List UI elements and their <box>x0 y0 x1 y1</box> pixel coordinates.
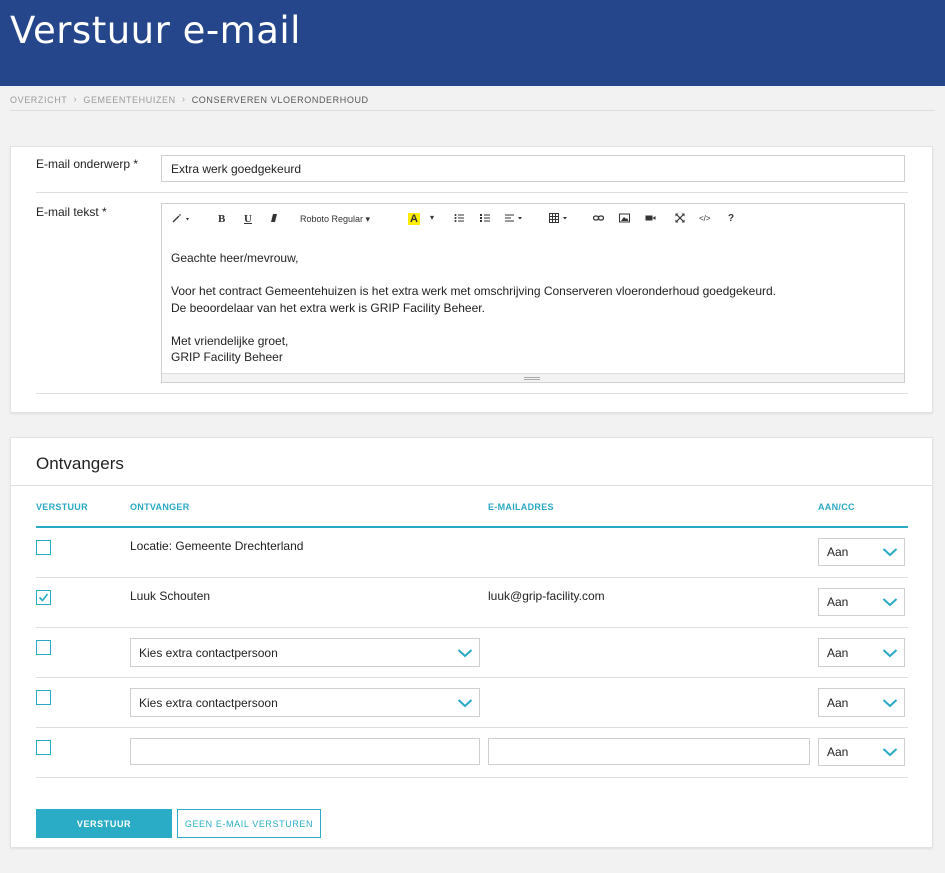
editor-line: De beoordelaar van het extra werk is GRI… <box>171 300 485 315</box>
help-icon[interactable]: ? <box>728 213 734 224</box>
body-label: E-mail tekst * <box>36 205 107 219</box>
page-title: Verstuur e-mail <box>10 9 301 52</box>
subject-input[interactable]: Extra werk goedgekeurd <box>161 155 905 182</box>
underline-icon[interactable]: U <box>244 213 252 225</box>
send-checkbox[interactable] <box>36 740 51 755</box>
chevron-down-icon <box>457 648 473 657</box>
breadcrumb: OVERZICHT › GEMEENTEHUIZEN › CONSERVEREN… <box>10 94 369 105</box>
magic-wand-icon[interactable] <box>172 213 190 226</box>
send-checkbox[interactable] <box>36 540 51 555</box>
breadcrumb-item-contract[interactable]: GEMEENTEHUIZEN <box>83 95 175 105</box>
to-cc-value: Aan <box>827 545 849 559</box>
to-cc-select[interactable]: Aan <box>818 588 905 616</box>
table-header-divider <box>36 526 908 528</box>
chevron-down-icon <box>882 698 898 707</box>
link-icon[interactable] <box>592 213 605 226</box>
chevron-down-icon <box>882 598 898 607</box>
send-checkbox[interactable] <box>36 640 51 655</box>
chevron-down-icon <box>882 748 898 757</box>
eraser-icon[interactable] <box>270 213 278 226</box>
rich-text-editor[interactable]: B U Roboto Regular ▾ A ▾ </> ? Geachte h… <box>161 203 905 383</box>
to-cc-select[interactable]: Aan <box>818 638 905 667</box>
fullscreen-icon[interactable] <box>675 213 685 226</box>
contact-person-value: Kies extra contactpersoon <box>139 695 278 710</box>
align-icon[interactable] <box>505 213 523 226</box>
editor-line: GRIP Facility Beheer <box>171 350 283 364</box>
divider <box>11 485 932 486</box>
recipients-title: Ontvangers <box>36 454 124 473</box>
to-cc-value: Aan <box>827 695 849 710</box>
row-divider <box>36 577 908 578</box>
code-icon[interactable]: </> <box>699 214 711 223</box>
font-name: Roboto Regular <box>300 214 364 224</box>
breadcrumb-item-overview[interactable]: OVERZICHT <box>10 95 67 105</box>
to-cc-select[interactable]: Aan <box>818 738 905 766</box>
divider <box>36 192 908 193</box>
font-dropdown[interactable]: Roboto Regular ▾ <box>300 214 370 225</box>
editor-toolbar: B U Roboto Regular ▾ A ▾ </> ? <box>162 204 904 238</box>
column-header-send: VERSTUUR <box>36 502 88 512</box>
chevron-down-icon <box>882 548 898 557</box>
column-header-email: E-MAILADRES <box>488 502 554 512</box>
to-cc-value: Aan <box>827 595 849 609</box>
contact-person-value: Kies extra contactpersoon <box>139 645 278 660</box>
numbered-list-icon[interactable] <box>480 213 490 226</box>
to-cc-select[interactable]: Aan <box>818 538 905 566</box>
recipient-email-input[interactable] <box>488 738 810 765</box>
send-button[interactable]: VERSTUUR <box>36 809 172 838</box>
to-cc-select[interactable]: Aan <box>818 688 905 717</box>
recipients-card: Ontvangers VERSTUUR ONTVANGER E-MAILADRE… <box>10 437 933 848</box>
send-checkbox-checked[interactable] <box>36 590 51 605</box>
contact-person-select[interactable]: Kies extra contactpersoon <box>130 638 480 667</box>
breadcrumb-divider <box>10 110 935 111</box>
recipient-name: Luuk Schouten <box>130 589 211 603</box>
to-cc-value: Aan <box>827 745 849 759</box>
column-header-to-cc: AAN/CC <box>818 502 855 512</box>
row-divider <box>36 777 908 778</box>
editor-line: Voor het contract Gemeentehuizen is het … <box>171 284 776 298</box>
editor-content[interactable]: Geachte heer/mevrouw, ​ Voor het contrac… <box>171 250 776 366</box>
image-icon[interactable] <box>619 213 630 226</box>
check-icon <box>38 593 49 602</box>
highlight-dropdown-icon[interactable]: ▾ <box>430 213 434 222</box>
bullet-list-icon[interactable] <box>454 213 464 226</box>
editor-resize-handle[interactable] <box>162 373 904 382</box>
no-email-button[interactable]: GEEN E-MAIL VERSTUREN <box>177 809 321 838</box>
row-divider <box>36 677 908 678</box>
chevron-down-icon <box>882 648 898 657</box>
recipient-name-input[interactable] <box>130 738 480 765</box>
send-checkbox[interactable] <box>36 690 51 705</box>
row-divider <box>36 727 908 728</box>
to-cc-value: Aan <box>827 645 849 660</box>
column-header-recipient: ONTVANGER <box>130 502 190 512</box>
editor-line: ​ <box>171 316 776 333</box>
chevron-right-icon: › <box>181 94 186 105</box>
recipient-name: Locatie: Gemeente Drechterland <box>130 539 304 553</box>
editor-line: Met vriendelijke groet, <box>171 333 289 348</box>
row-divider <box>36 627 908 628</box>
bold-icon[interactable]: B <box>218 213 225 225</box>
grip-icon <box>524 377 540 380</box>
video-icon[interactable] <box>645 213 656 226</box>
editor-line: Geachte heer/mevrouw, <box>171 251 299 265</box>
divider <box>36 393 908 394</box>
email-card: E-mail onderwerp * Extra werk goedgekeur… <box>10 146 933 413</box>
chevron-down-icon <box>457 698 473 707</box>
page-header: Verstuur e-mail <box>0 0 945 86</box>
subject-label: E-mail onderwerp * <box>36 157 139 171</box>
table-icon[interactable] <box>549 213 569 226</box>
highlight-icon[interactable]: A <box>408 213 420 225</box>
contact-person-select[interactable]: Kies extra contactpersoon <box>130 688 480 717</box>
chevron-right-icon: › <box>73 94 78 105</box>
recipient-email: luuk@grip-facility.com <box>488 589 605 603</box>
breadcrumb-item-current: CONSERVEREN VLOERONDERHOUD <box>191 94 369 105</box>
editor-line: ​ <box>171 267 776 284</box>
